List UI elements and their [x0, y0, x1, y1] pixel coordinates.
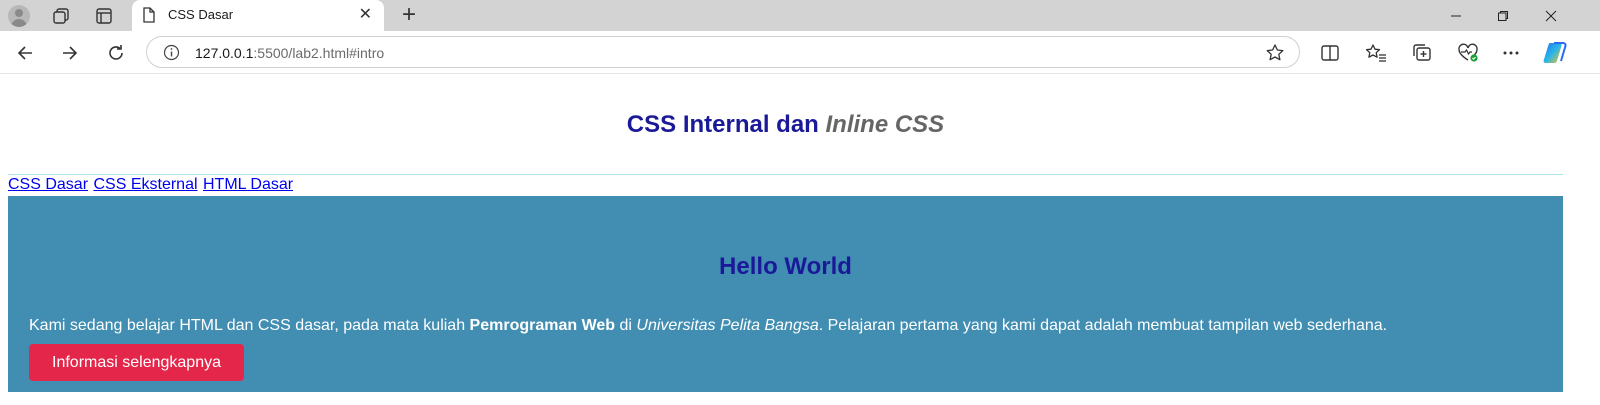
hero-text-3: . Pelajaran pertama yang kami dapat adal…	[818, 317, 1388, 334]
forward-arrow-icon	[63, 46, 78, 60]
favorites-icon	[1365, 44, 1386, 62]
tab-css-dasar[interactable]: CSS Dasar ✕	[132, 0, 384, 31]
workspaces-icon	[53, 8, 69, 24]
heart-pulse-icon	[1458, 43, 1478, 62]
nav-links: CSS Dasar CSS Eksternal HTML Dasar	[8, 176, 294, 194]
page-icon	[142, 7, 156, 28]
hero-text-italic: Universitas Pelita Bangsa	[636, 317, 819, 334]
hero-title: Hello World	[719, 253, 852, 280]
avatar-icon	[8, 5, 30, 27]
split-screen-icon	[1321, 45, 1339, 61]
copilot-icon	[1543, 42, 1567, 63]
info-icon[interactable]	[163, 44, 180, 66]
performance-button[interactable]	[1455, 40, 1481, 66]
plus-icon[interactable]: +	[396, 3, 422, 29]
profile-button[interactable]	[6, 3, 32, 29]
url-path: :5500/lab2.html#intro	[253, 45, 385, 61]
url-host: 127.0.0.1	[195, 45, 254, 61]
split-screen-button[interactable]	[1317, 40, 1343, 66]
hero-text-2: di	[615, 317, 637, 334]
more-button[interactable]	[1498, 40, 1524, 66]
reload-button[interactable]	[102, 39, 130, 67]
star-icon[interactable]	[1265, 43, 1285, 68]
nav-link-css-dasar[interactable]: CSS Dasar	[8, 176, 88, 193]
tab-strip: CSS Dasar ✕ +	[0, 0, 1600, 31]
browser-toolbar: 127.0.0.1:5500/lab2.html#intro	[0, 31, 1600, 74]
window-close-button[interactable]	[1528, 0, 1574, 31]
collections-button[interactable]	[1409, 40, 1435, 66]
page-title: CSS Internal dan Inline CSS	[8, 111, 1563, 139]
close-icon[interactable]: ✕	[359, 6, 372, 24]
tab-actions-icon	[96, 8, 112, 24]
page-title-main: CSS Internal dan	[626, 111, 826, 138]
restore-button[interactable]	[1480, 0, 1526, 31]
hero-text-bold: Pemrograman Web	[469, 317, 616, 334]
address-bar[interactable]: 127.0.0.1:5500/lab2.html#intro	[146, 36, 1300, 68]
workspaces-button[interactable]	[48, 3, 74, 29]
hero-text-1: Kami sedang belajar HTML dan CSS dasar, …	[29, 317, 470, 334]
hero-paragraph: Kami sedang belajar HTML dan CSS dasar, …	[29, 317, 1387, 335]
more-icon	[1503, 51, 1519, 55]
back-button[interactable]	[11, 39, 39, 67]
tab-title: CSS Dasar	[168, 7, 234, 22]
intro-section: Hello World Kami sedang belajar HTML dan…	[8, 196, 1563, 392]
forward-button[interactable]	[56, 39, 84, 67]
page-title-italic: Inline CSS	[825, 111, 945, 138]
back-arrow-icon	[17, 46, 32, 60]
minimize-button[interactable]	[1433, 0, 1479, 31]
url-text: 127.0.0.1:5500/lab2.html#intro	[195, 45, 384, 61]
nav-link-html-dasar[interactable]: HTML Dasar	[203, 176, 293, 193]
more-info-button[interactable]: Informasi selengkapnya	[29, 344, 244, 381]
nav-link-css-eksternal[interactable]: CSS Eksternal	[93, 176, 197, 193]
collections-icon	[1413, 44, 1431, 61]
tab-actions-button[interactable]	[91, 3, 117, 29]
header-divider	[8, 174, 1563, 175]
favorites-button[interactable]	[1363, 40, 1389, 66]
copilot-button[interactable]	[1542, 40, 1568, 66]
reload-icon	[109, 45, 123, 60]
